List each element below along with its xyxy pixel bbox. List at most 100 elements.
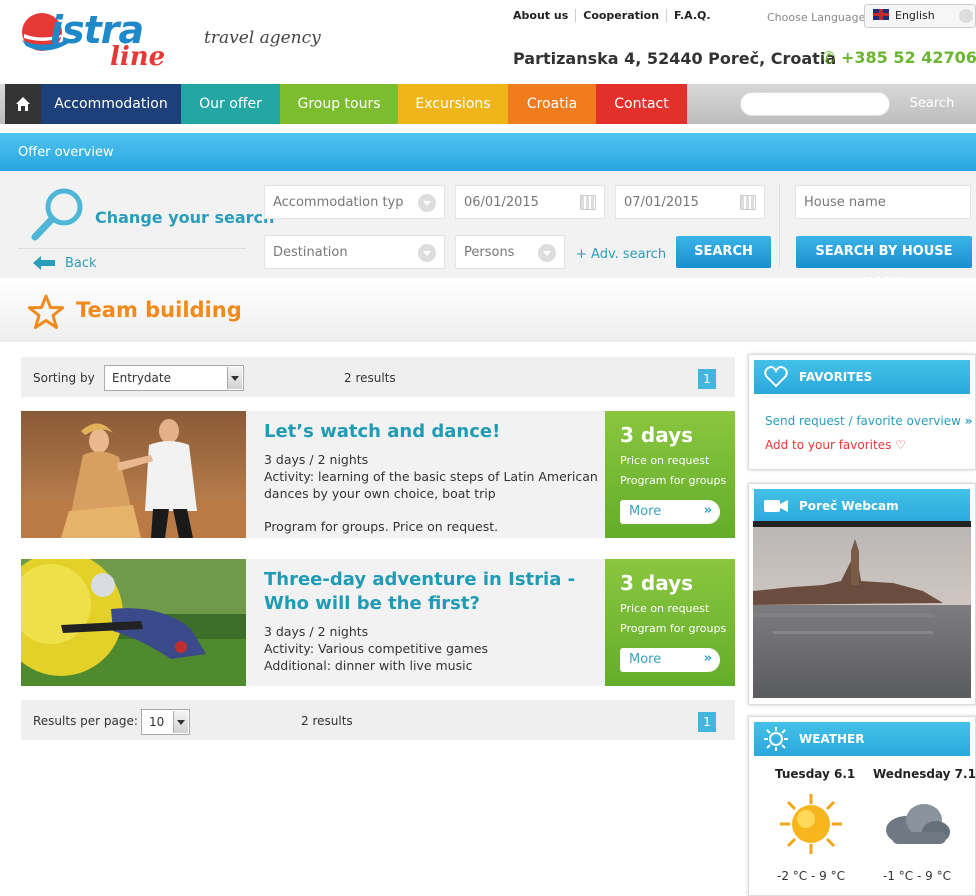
house-name-input[interactable]: House name: [795, 185, 971, 219]
sun-icon: [780, 794, 842, 854]
nav-our-offer[interactable]: Our offer: [181, 84, 280, 124]
weather-header: WEATHER: [754, 722, 970, 756]
heart-icon: [764, 366, 788, 388]
language-value: English: [895, 9, 935, 22]
offer-price: Price on request: [620, 454, 710, 467]
magnifier-icon: [31, 188, 83, 241]
phone-icon: ✆: [822, 48, 841, 67]
home-button[interactable]: [5, 84, 41, 124]
more-label: More: [629, 652, 662, 667]
breadcrumb: Offer overview: [0, 133, 976, 171]
sorting-value: Entrydate: [112, 371, 171, 385]
home-icon: [16, 97, 30, 111]
offer-duration: 3 days / 2 nights: [264, 452, 369, 467]
more-label: More: [629, 504, 662, 519]
per-page-value: 10: [149, 715, 165, 729]
sun-outline-icon: [764, 727, 788, 751]
date-from-value: 06/01/2015: [464, 195, 539, 210]
back-arrow-icon[interactable]: [33, 256, 55, 270]
site-search-input[interactable]: [740, 92, 890, 116]
offer-price: Price on request: [620, 602, 710, 615]
favorites-header: FAVORITES: [754, 360, 970, 394]
destination-value: Destination: [273, 245, 348, 260]
logo-subtext[interactable]: line: [110, 42, 165, 72]
offer-title[interactable]: Three-day adventure in Istria - Who will…: [264, 568, 594, 616]
accommodation-type-select[interactable]: Accommodation typ: [264, 185, 445, 219]
accommodation-type-value: Accommodation typ: [273, 195, 404, 210]
results-count: 2 results: [301, 714, 353, 728]
page-number[interactable]: 1: [698, 369, 716, 389]
sorting-select[interactable]: Entrydate: [104, 365, 244, 391]
page-title: Team building: [76, 298, 242, 322]
favorites-box: FAVORITES: [748, 354, 976, 470]
chevron-down-icon: [418, 194, 436, 212]
offer-title[interactable]: Let’s watch and dance!: [264, 420, 594, 444]
offer-note: Program for groups. Price on request.: [264, 519, 499, 534]
double-chevron-right-icon: »: [703, 651, 712, 666]
phone-text: +385 52 42706: [840, 48, 976, 67]
webcam-image[interactable]: [753, 521, 971, 698]
cloud-icon: [886, 804, 950, 844]
paintball-photo[interactable]: [21, 559, 246, 686]
calendar-icon[interactable]: [740, 195, 756, 210]
send-request-link[interactable]: Send request / favorite overview »: [765, 414, 973, 428]
weather-temp: -2 °C - 9 °C: [777, 869, 845, 883]
offer-program: Program for groups: [620, 622, 727, 635]
page-number[interactable]: 1: [698, 712, 716, 732]
webcam-title: Poreč Webcam: [799, 499, 899, 513]
faq-link[interactable]: F.A.Q.: [667, 9, 718, 22]
offer-program: Program for groups: [620, 474, 727, 487]
advanced-search-link[interactable]: + Adv. search: [576, 247, 666, 262]
nav-group-tours[interactable]: Group tours: [280, 84, 398, 124]
calendar-icon[interactable]: [580, 195, 596, 210]
heart-plus-icon: ♡: [895, 438, 906, 452]
offer-duration: 3 days / 2 nights: [264, 624, 369, 639]
date-to-input[interactable]: 07/01/2015: [615, 185, 765, 219]
sorting-label: Sorting by: [33, 371, 95, 385]
language-select[interactable]: English: [864, 4, 976, 28]
star-icon: [28, 294, 64, 329]
persons-select[interactable]: Persons: [455, 235, 565, 269]
back-link[interactable]: Back: [65, 256, 97, 271]
destination-select[interactable]: Destination: [264, 235, 445, 269]
weather-temp: -1 °C - 9 °C: [883, 869, 951, 883]
chevron-down-icon: [418, 244, 436, 262]
chevron-down-icon: [227, 367, 242, 389]
divider: [18, 248, 246, 249]
per-page-select[interactable]: 10: [141, 709, 190, 735]
nav-accommodation[interactable]: Accommodation: [41, 84, 181, 124]
chevron-down-icon: [959, 9, 973, 23]
divider: [779, 185, 780, 267]
nav-croatia[interactable]: Croatia: [508, 84, 596, 124]
chevron-down-icon: [173, 711, 188, 733]
search-button[interactable]: SEARCH: [676, 236, 771, 268]
double-chevron-right-icon: »: [964, 414, 973, 428]
offer-activity: Activity: learning of the basic steps of…: [264, 469, 598, 501]
nav-excursions[interactable]: Excursions: [398, 84, 508, 124]
phone-number: ✆ +385 52 42706: [822, 48, 976, 67]
add-favorites-link[interactable]: Add to your favorites ♡: [765, 438, 906, 452]
double-chevron-right-icon: »: [703, 503, 712, 518]
about-us-link[interactable]: About us: [506, 9, 577, 22]
date-to-value: 07/01/2015: [624, 195, 699, 210]
per-page-label: Results per page:: [33, 714, 138, 728]
main-nav: Accommodation Our offer Group tours Excu…: [0, 84, 976, 124]
change-search-label: Change your search: [95, 208, 275, 227]
dance-photo[interactable]: [21, 411, 246, 538]
more-button[interactable]: More »: [620, 500, 720, 524]
search-by-house-name-button[interactable]: SEARCH BY HOUSE NAME: [796, 236, 972, 291]
cooperation-link[interactable]: Cooperation: [576, 9, 668, 22]
offer-summary: 3 days Price on request Program for grou…: [605, 411, 735, 538]
webcam-header: Poreč Webcam: [754, 489, 970, 523]
chevron-down-icon: [538, 244, 556, 262]
favorites-title: FAVORITES: [799, 370, 873, 384]
nav-contact[interactable]: Contact: [596, 84, 687, 124]
add-favorites-label: Add to your favorites: [765, 438, 892, 452]
more-button[interactable]: More »: [620, 648, 720, 672]
house-name-placeholder: House name: [804, 195, 886, 210]
offer-activity: Activity: Various competitive games: [264, 641, 489, 656]
weather-title: WEATHER: [799, 732, 865, 746]
date-from-input[interactable]: 06/01/2015: [455, 185, 605, 219]
site-search-button[interactable]: Search: [900, 96, 964, 111]
top-links: About us Cooperation F.A.Q.: [506, 9, 718, 22]
